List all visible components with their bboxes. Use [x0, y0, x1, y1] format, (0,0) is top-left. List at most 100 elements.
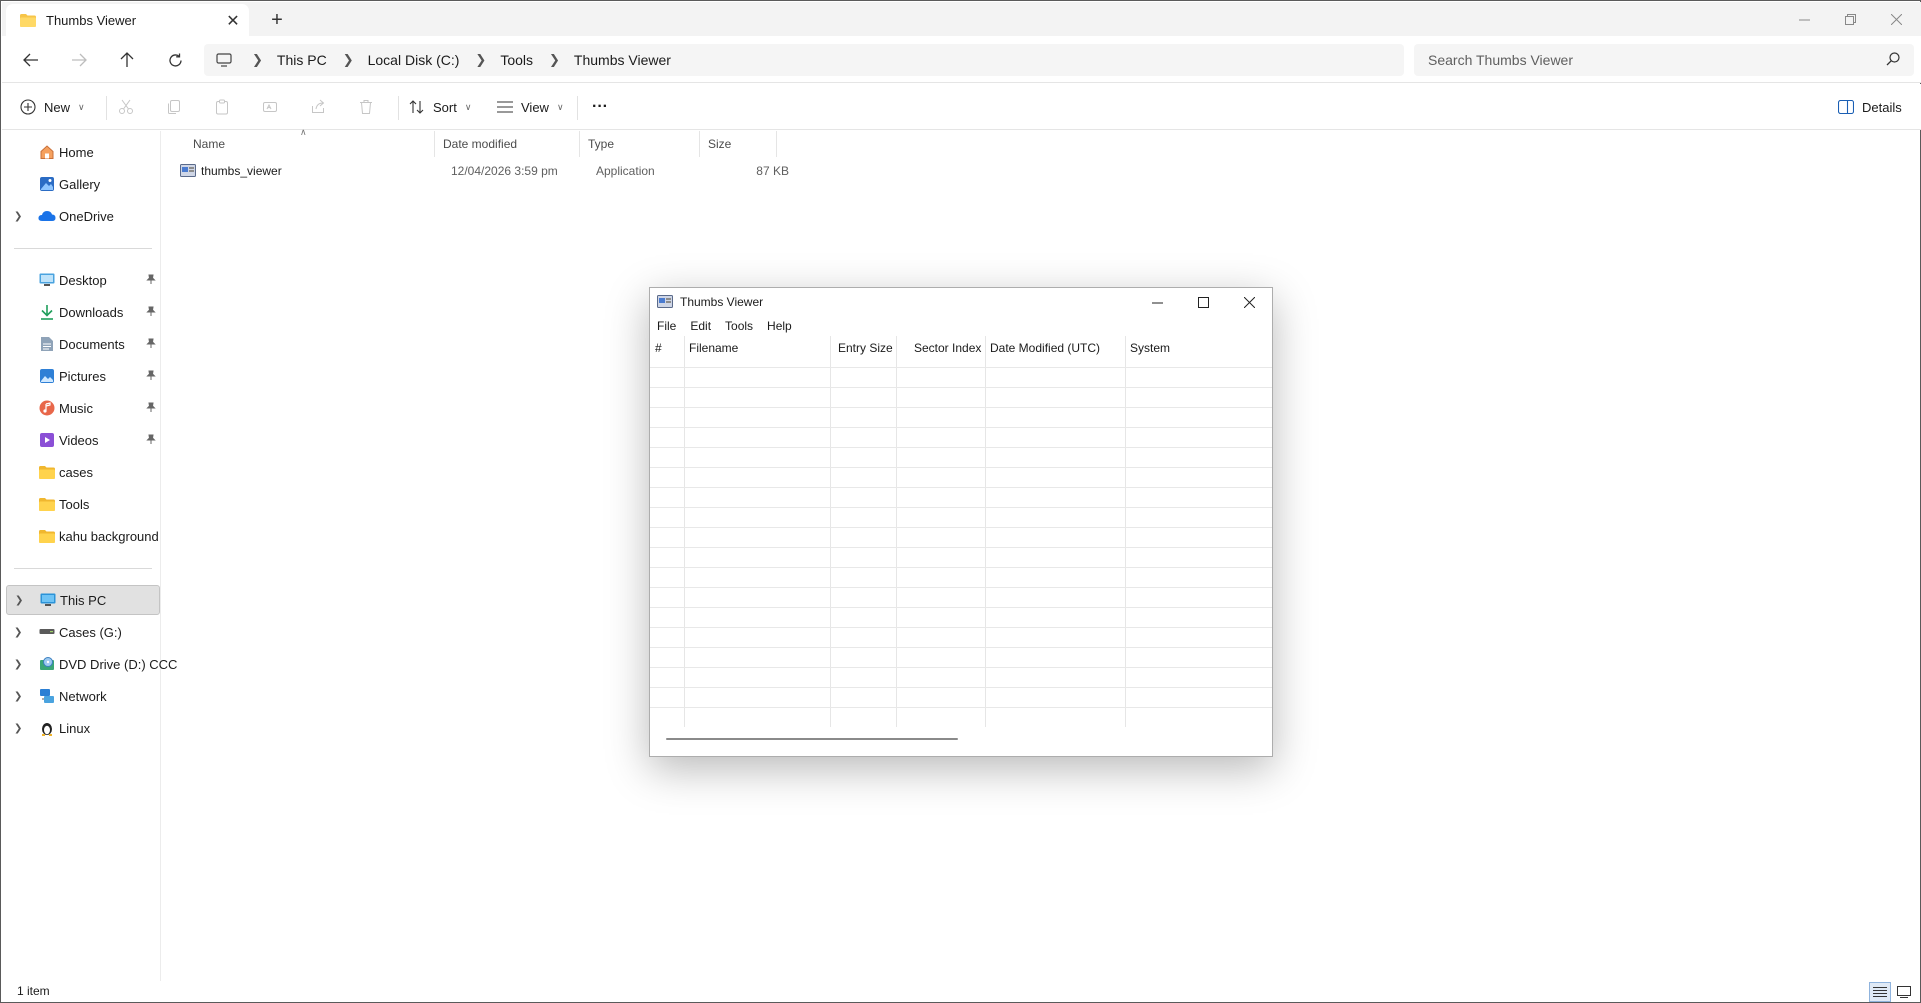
entries-grid[interactable]: # Filename Entry Size Sector Index Date …: [650, 336, 1272, 727]
pin-icon[interactable]: [146, 274, 156, 284]
address-bar[interactable]: ❯ This PC ❯ Local Disk (C:) ❯ Tools ❯ Th…: [204, 44, 1404, 76]
copy-icon[interactable]: [164, 97, 184, 117]
sidebar-item-cases-drive[interactable]: ❯ Cases (G:): [6, 617, 160, 647]
sidebar-label: Downloads: [59, 304, 124, 320]
new-tab-button[interactable]: +: [262, 6, 292, 34]
home-icon: [38, 143, 56, 161]
column-header-date-modified[interactable]: Date modified: [435, 131, 580, 157]
app-minimize-button[interactable]: [1134, 288, 1180, 316]
sidebar-label: Home: [59, 144, 94, 160]
column-header-type[interactable]: Type: [580, 131, 700, 157]
sidebar-label: Music: [59, 400, 93, 416]
sidebar-item-home[interactable]: Home: [6, 137, 160, 167]
sidebar-label: This PC: [60, 592, 107, 608]
file-row[interactable]: thumbs_viewer 12/04/2026 3:59 pm Applica…: [172, 159, 792, 183]
sidebar-item-desktop[interactable]: Desktop: [6, 265, 160, 295]
column-header-name[interactable]: Name: [185, 131, 435, 157]
share-icon[interactable]: [308, 97, 328, 117]
pin-icon[interactable]: [146, 306, 156, 316]
close-window-button[interactable]: [1873, 2, 1919, 36]
app-title-bar[interactable]: Thumbs Viewer: [650, 288, 1272, 316]
breadcrumb-tools[interactable]: Tools: [500, 52, 533, 68]
sidebar-item-linux[interactable]: ❯ Linux: [6, 713, 160, 743]
sidebar-item-downloads[interactable]: Downloads: [6, 297, 160, 327]
grid-row-line: [650, 487, 1272, 488]
sidebar-label: Network: [59, 688, 107, 704]
menu-tools[interactable]: Tools: [725, 319, 753, 333]
chevron-right-icon[interactable]: ❯: [14, 723, 22, 734]
file-size: 87 KB: [756, 164, 789, 178]
new-label: New: [44, 99, 71, 115]
column-header-filename[interactable]: Filename: [684, 336, 830, 360]
restore-window-button[interactable]: [1827, 2, 1873, 36]
sidebar-item-cases[interactable]: cases: [6, 457, 160, 487]
pin-icon[interactable]: [146, 434, 156, 444]
grid-row-line: [650, 587, 1272, 588]
forward-button[interactable]: [63, 45, 95, 75]
more-options-button[interactable]: ···: [592, 91, 608, 123]
sidebar-item-pictures[interactable]: Pictures: [6, 361, 160, 391]
sidebar-item-gallery[interactable]: Gallery: [6, 169, 160, 199]
grid-row-line: [650, 547, 1272, 548]
scrollbar-thumb[interactable]: [666, 738, 958, 740]
grid-row-line: [650, 507, 1272, 508]
rename-icon[interactable]: [260, 97, 280, 117]
chevron-right-icon[interactable]: ❯: [14, 627, 22, 638]
sidebar-label: kahu background: [59, 528, 159, 544]
sidebar-item-onedrive[interactable]: ❯ OneDrive: [6, 201, 160, 231]
delete-icon[interactable]: [356, 97, 376, 117]
sidebar-item-videos[interactable]: Videos: [6, 425, 160, 455]
back-button[interactable]: [15, 45, 47, 75]
sidebar-item-this-pc[interactable]: ❯ This PC: [6, 585, 160, 615]
folder-icon: [38, 527, 56, 545]
details-pane-button[interactable]: Details: [1838, 91, 1902, 123]
up-button[interactable]: [111, 45, 143, 75]
view-button[interactable]: View ∨: [497, 91, 564, 123]
column-header-system[interactable]: System: [1125, 336, 1272, 360]
menu-edit[interactable]: Edit: [690, 319, 711, 333]
column-header-sector-index[interactable]: Sector Index: [896, 336, 985, 360]
horizontal-scrollbar[interactable]: [650, 727, 1272, 756]
grid-row-line: [650, 367, 1272, 368]
sidebar-item-network[interactable]: ❯ Network: [6, 681, 160, 711]
sidebar-item-dvd-drive[interactable]: ❯ DVD Drive (D:) CCC: [6, 649, 177, 679]
paste-icon[interactable]: [212, 97, 232, 117]
column-header-index[interactable]: #: [650, 336, 684, 360]
item-count: 1 item: [17, 984, 50, 998]
breadcrumb-local-disk[interactable]: Local Disk (C:): [368, 52, 460, 68]
sort-button[interactable]: Sort ∨: [409, 91, 471, 123]
chevron-down-icon: ∨: [78, 101, 85, 112]
chevron-right-icon[interactable]: ❯: [14, 659, 22, 670]
pin-icon[interactable]: [146, 370, 156, 380]
chevron-right-icon[interactable]: ❯: [14, 211, 22, 222]
column-header-size[interactable]: Size: [700, 131, 777, 157]
minimize-window-button[interactable]: [1781, 2, 1827, 36]
menu-file[interactable]: File: [657, 319, 676, 333]
search-input[interactable]: [1428, 52, 1868, 68]
new-button[interactable]: New ∨: [20, 91, 85, 123]
sidebar-divider: [14, 248, 152, 249]
column-header-entry-size[interactable]: Entry Size: [830, 336, 896, 360]
sidebar-item-music[interactable]: Music: [6, 393, 160, 423]
breadcrumb-thumbs-viewer[interactable]: Thumbs Viewer: [574, 52, 671, 68]
app-maximize-button[interactable]: [1180, 288, 1226, 316]
chevron-right-icon[interactable]: ❯: [14, 691, 22, 702]
close-tab-icon[interactable]: ✕: [217, 7, 249, 35]
search-icon[interactable]: [1886, 52, 1900, 66]
sidebar-item-kahu-background[interactable]: kahu background: [6, 521, 160, 551]
pin-icon[interactable]: [146, 338, 156, 348]
sidebar-item-documents[interactable]: Documents: [6, 329, 160, 359]
app-close-button[interactable]: [1226, 288, 1272, 316]
cut-icon[interactable]: [116, 97, 136, 117]
tab-thumbs-viewer[interactable]: Thumbs Viewer ✕: [6, 4, 249, 37]
details-view-button[interactable]: [1869, 982, 1891, 1002]
sort-icon: [409, 100, 424, 114]
tiles-view-button[interactable]: [1893, 982, 1915, 1002]
menu-help[interactable]: Help: [767, 319, 792, 333]
refresh-button[interactable]: [159, 45, 191, 75]
pin-icon[interactable]: [146, 402, 156, 412]
column-header-date-modified-utc[interactable]: Date Modified (UTC): [985, 336, 1125, 360]
chevron-right-icon[interactable]: ❯: [15, 595, 23, 606]
sidebar-item-tools[interactable]: Tools: [6, 489, 160, 519]
breadcrumb-this-pc[interactable]: This PC: [277, 52, 327, 68]
